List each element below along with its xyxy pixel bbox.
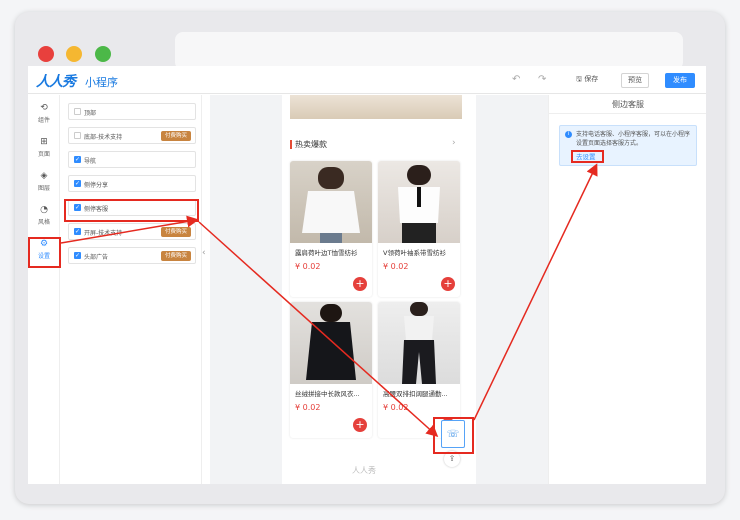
section-marker [290,140,292,149]
product-card[interactable]: 露肩荷叶边T恤雪纺衫 ¥ 0.02 + [290,161,372,297]
highlight-floating-button [433,417,474,454]
component-settings-panel: 顶部 底部-技术支持 付费购买 ✓ 导航 ✓ 侧停分享 ✓ 侧停客服 ✓ 开屏-… [60,95,202,484]
close-window-dot[interactable] [38,46,54,62]
nav-label: 风格 [37,219,50,226]
undo-icon[interactable]: ↶ [512,74,520,85]
highlight-settings-nav [28,237,61,268]
paid-badge[interactable]: 付费购买 [160,131,191,141]
redo-icon[interactable]: ↷ [538,74,546,85]
editor-app: 人人秀 小程序 ↶ ↷ 🖫 保存 预览 发布 ⟲ 组件 ⊞ 页面 ◈ 图层 ◔ … [28,66,706,484]
minimize-window-dot[interactable] [66,46,82,62]
section-title: 热卖爆款 [295,140,327,149]
product-image [290,302,372,384]
product-card[interactable]: 丝绒拼接中长款风衣... ¥ 0.02 + [290,302,372,438]
checkbox[interactable]: ✓ [74,228,81,235]
layers-icon: ◈ [40,171,48,181]
checkbox[interactable]: ✓ [74,156,81,163]
product-image [290,161,372,243]
product-price: ¥ 0.02 [383,262,409,271]
product-image [378,161,460,243]
product-figure [306,304,356,380]
top-toolbar: 人人秀 小程序 ↶ ↷ 🖫 保存 预览 发布 [28,66,706,94]
style-icon: ◔ [40,205,48,215]
page-icon: ⊞ [40,137,48,147]
preview-button[interactable]: 预览 [621,73,649,88]
component-side-share[interactable]: ✓ 侧停分享 [68,175,196,192]
logo-subtitle: 小程序 [85,76,118,89]
checkbox[interactable]: ✓ [74,252,81,259]
product-name: V领荷叶袖系带雪纺衫 [383,249,446,257]
product-image [378,302,460,384]
logo: 人人秀 [36,74,76,90]
save-icon: 🖫 [576,75,582,83]
nav-label: 图层 [37,185,50,192]
nav-item-page[interactable]: ⊞ 页面 [28,135,60,167]
checkbox[interactable]: ✓ [74,180,81,187]
component-label: 顶部 [84,110,97,117]
component-bottom-support[interactable]: 底部-技术支持 付费购买 [68,127,196,144]
component-label: 底部-技术支持 [84,134,123,141]
product-price: ¥ 0.02 [295,403,321,412]
add-to-cart-button[interactable]: + [353,277,367,291]
component-label: 开屏-技术支持 [84,230,123,237]
nav-label: 页面 [37,151,50,158]
publish-button[interactable]: 发布 [665,73,695,88]
add-to-cart-button[interactable]: + [441,277,455,291]
maximize-window-dot[interactable] [95,46,111,62]
nav-item-component[interactable]: ⟲ 组件 [28,101,60,133]
info-text: 支持电话客服、小程序客服，可以在小程序设置页面选择客服方式。 [576,131,691,147]
save-label: 保存 [584,75,599,83]
product-name: 露肩荷叶边T恤雪纺衫 [295,249,358,257]
preview-canvas: 热卖爆款 › 露肩荷叶边T恤雪纺衫 ¥ 0.02 + V领荷叶袖系带雪纺衫 ¥ … [210,95,548,484]
component-icon: ⟲ [40,103,48,113]
component-label: 头部广告 [84,254,109,261]
highlight-side-service [64,199,199,222]
footer-logo: 人人秀 [352,466,376,475]
product-price: ¥ 0.02 [383,403,409,412]
checkbox[interactable] [74,132,81,139]
component-label: 侧停分享 [84,182,109,189]
component-nav[interactable]: ✓ 导航 [68,151,196,168]
product-price: ¥ 0.02 [295,262,321,271]
address-bar[interactable] [175,32,683,70]
product-figure [302,167,360,243]
save-button[interactable]: 🖫 保存 [576,74,598,86]
panel-title: 侧边客服 [549,95,706,114]
product-name: 高腰双排扣阔腿通勤... [383,390,448,398]
nav-label: 组件 [37,117,50,124]
component-label: 导航 [84,158,97,165]
chevron-right-icon[interactable]: › [452,138,456,148]
nav-item-style[interactable]: ◔ 风格 [28,203,60,235]
component-header-ad[interactable]: ✓ 头部广告 付费购买 [68,247,196,264]
component-splash-support[interactable]: ✓ 开屏-技术支持 付费购买 [68,223,196,240]
component-top[interactable]: 顶部 [68,103,196,120]
nav-item-layers[interactable]: ◈ 图层 [28,169,60,201]
info-icon: i [565,131,572,138]
product-card[interactable]: V领荷叶袖系带雪纺衫 ¥ 0.02 + [378,161,460,297]
product-figure [398,165,440,243]
collapse-panel-icon[interactable]: ‹ [202,248,210,258]
product-name: 丝绒拼接中长款风衣... [295,390,360,398]
product-figure [402,302,436,384]
paid-badge[interactable]: 付费购买 [160,227,191,237]
add-to-cart-button[interactable]: + [353,418,367,432]
left-nav: ⟲ 组件 ⊞ 页面 ◈ 图层 ◔ 风格 ⚙ 设置 [28,95,60,484]
paid-badge[interactable]: 付费购买 [160,251,191,261]
checkbox[interactable] [74,108,81,115]
highlight-go-settings [571,150,604,163]
banner-image [290,95,462,119]
